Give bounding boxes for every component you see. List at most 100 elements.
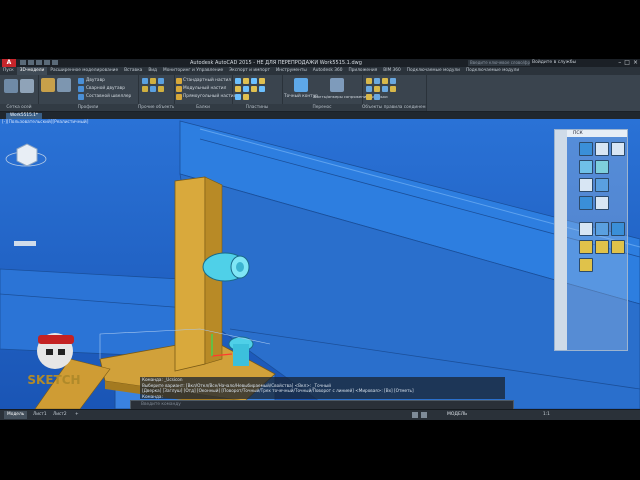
close-icon[interactable]: × xyxy=(633,59,638,67)
tab-bim-360[interactable]: BIM 360 xyxy=(380,67,404,75)
maximize-icon[interactable]: □ xyxy=(624,59,630,67)
conn-icon-2[interactable] xyxy=(374,78,380,84)
ucs-tool-13[interactable] xyxy=(579,240,593,254)
object-icon-5[interactable] xyxy=(150,86,156,92)
ucs-tool-14[interactable] xyxy=(595,240,609,254)
redo-icon[interactable] xyxy=(52,60,58,65)
ucs-tool-9[interactable] xyxy=(595,196,609,210)
tab-layout1[interactable]: Лист1 xyxy=(30,411,50,419)
cmd-rect-plate[interactable]: Прямоугольный настил xyxy=(183,94,236,100)
plate-tool-icon-9[interactable] xyxy=(235,94,241,100)
ucs-tool-5[interactable] xyxy=(595,160,609,174)
cmd-modular-plate[interactable]: Модульный настил xyxy=(183,86,226,92)
modular-plate-icon[interactable] xyxy=(176,86,182,92)
tab-insert[interactable]: Вставка xyxy=(121,67,145,75)
ucs-tool-11[interactable] xyxy=(595,222,609,236)
viewport-controls[interactable]: [-][Пользовательский][Реалистичный] xyxy=(2,120,88,125)
viewcube-icon[interactable] xyxy=(16,143,38,167)
bolts-icon[interactable] xyxy=(330,78,344,92)
snap-toggle-icon[interactable] xyxy=(421,412,427,418)
model-space-label[interactable]: МОДЕЛЬ xyxy=(447,411,467,419)
ucs-tool-2[interactable] xyxy=(595,142,609,156)
model-viewport[interactable]: SKETCH [-][Пользовательский][Реалистичны… xyxy=(0,119,640,409)
conn-icon-6[interactable] xyxy=(374,86,380,92)
object-icon-1[interactable] xyxy=(142,78,148,84)
conn-icon-1[interactable] xyxy=(366,78,372,84)
conn-icon-10[interactable] xyxy=(374,94,380,100)
channel-icon[interactable] xyxy=(78,94,84,100)
plate-tool-icon-8[interactable] xyxy=(259,86,265,92)
ucs-tool-4[interactable] xyxy=(579,160,593,174)
plate-tool-icon-10[interactable] xyxy=(243,94,249,100)
cmd-ibeam[interactable]: Двутавр xyxy=(86,78,105,84)
plate-tool-icon-5[interactable] xyxy=(235,86,241,92)
object-icon-3[interactable] xyxy=(158,78,164,84)
tab-plugins-2[interactable]: Подключаемые модули xyxy=(463,67,522,75)
conn-icon-5[interactable] xyxy=(366,86,372,92)
mascot-eye-left xyxy=(46,349,53,355)
ucs-tool-16[interactable] xyxy=(579,258,593,272)
beam-icon[interactable] xyxy=(57,78,71,92)
grid-icon[interactable] xyxy=(4,79,18,93)
tab-autodesk-360[interactable]: Autodesk 360 xyxy=(310,67,346,75)
tab-plugins[interactable]: Подключаемые модули xyxy=(404,67,463,75)
ucs-tool-3[interactable] xyxy=(611,142,625,156)
cmd-welded-beam[interactable]: Сварной двутавр xyxy=(86,86,125,92)
profile-icon[interactable] xyxy=(41,78,55,92)
object-icon-2[interactable] xyxy=(150,78,156,84)
plate-tool-icon-3[interactable] xyxy=(251,78,257,84)
tab-layout2[interactable]: Лист2 xyxy=(50,411,70,419)
new-icon[interactable] xyxy=(20,60,26,65)
welded-beam-icon[interactable] xyxy=(78,86,84,92)
ucs-tool-6[interactable] xyxy=(579,178,593,192)
panel-plates: Стандартный настил Модульный настил Прям… xyxy=(174,75,236,111)
tab-export-import[interactable]: Экспорт и импорт xyxy=(226,67,273,75)
cmd-precise-contour[interactable]: Точный контур xyxy=(284,94,318,100)
standard-plate-icon[interactable] xyxy=(176,78,182,84)
undo-icon[interactable] xyxy=(44,60,50,65)
conn-icon-7[interactable] xyxy=(382,86,388,92)
tab-apps[interactable]: Приложения xyxy=(345,67,380,75)
plate-tool-icon-7[interactable] xyxy=(251,86,257,92)
cmd-channel[interactable]: Составной швеллер xyxy=(86,94,131,100)
tab-home[interactable]: Пуск xyxy=(0,67,17,75)
ibeam-icon[interactable] xyxy=(78,78,84,84)
ucs-tool-15[interactable] xyxy=(611,240,625,254)
ucs-tool-12[interactable] xyxy=(611,222,625,236)
open-icon[interactable] xyxy=(28,60,34,65)
tab-monitoring[interactable]: Мониторинг и Управление xyxy=(160,67,226,75)
save-icon[interactable] xyxy=(36,60,42,65)
tab-advanced-modeling[interactable]: Расширенное моделирование xyxy=(47,67,121,75)
object-icon-4[interactable] xyxy=(142,86,148,92)
cmd-standard-plate[interactable]: Стандартный настил xyxy=(183,78,231,84)
tab-model[interactable]: Модель xyxy=(4,411,28,419)
autocad-logo[interactable]: A xyxy=(2,59,16,67)
precise-contour-icon[interactable] xyxy=(294,78,308,92)
plate-tool-icon-4[interactable] xyxy=(259,78,265,84)
conn-icon-4[interactable] xyxy=(390,78,396,84)
ucs-tool-1[interactable] xyxy=(579,142,593,156)
ucs-tool-10[interactable] xyxy=(579,222,593,236)
ucs-tool-7[interactable] xyxy=(595,178,609,192)
plate-tool-icon-1[interactable] xyxy=(235,78,241,84)
grid-toggle-icon[interactable] xyxy=(412,412,418,418)
conn-icon-9[interactable] xyxy=(366,94,372,100)
scale-label[interactable]: 1:1 xyxy=(540,411,553,419)
plate-tool-icon-2[interactable] xyxy=(243,78,249,84)
viewcube-menu[interactable] xyxy=(14,241,36,246)
tab-tools[interactable]: Инструменты xyxy=(273,67,310,75)
user-signin[interactable]: Войдите в службы xyxy=(532,59,576,67)
ucs-tool-8[interactable] xyxy=(579,196,593,210)
add-layout-icon[interactable]: + xyxy=(72,411,82,419)
plate-tool-icon-6[interactable] xyxy=(243,86,249,92)
rect-plate-icon[interactable] xyxy=(176,94,182,100)
quick-access-toolbar xyxy=(20,60,58,65)
minimize-icon[interactable]: – xyxy=(618,59,621,67)
object-icon-6[interactable] xyxy=(158,86,164,92)
tab-3d-models[interactable]: 3D-модели xyxy=(16,67,48,75)
axis-icon[interactable] xyxy=(20,79,34,93)
tab-view[interactable]: Вид xyxy=(145,67,160,75)
conn-icon-3[interactable] xyxy=(382,78,388,84)
search-input[interactable]: Введите ключевое слово/фразу xyxy=(468,60,530,66)
conn-icon-8[interactable] xyxy=(390,86,396,92)
